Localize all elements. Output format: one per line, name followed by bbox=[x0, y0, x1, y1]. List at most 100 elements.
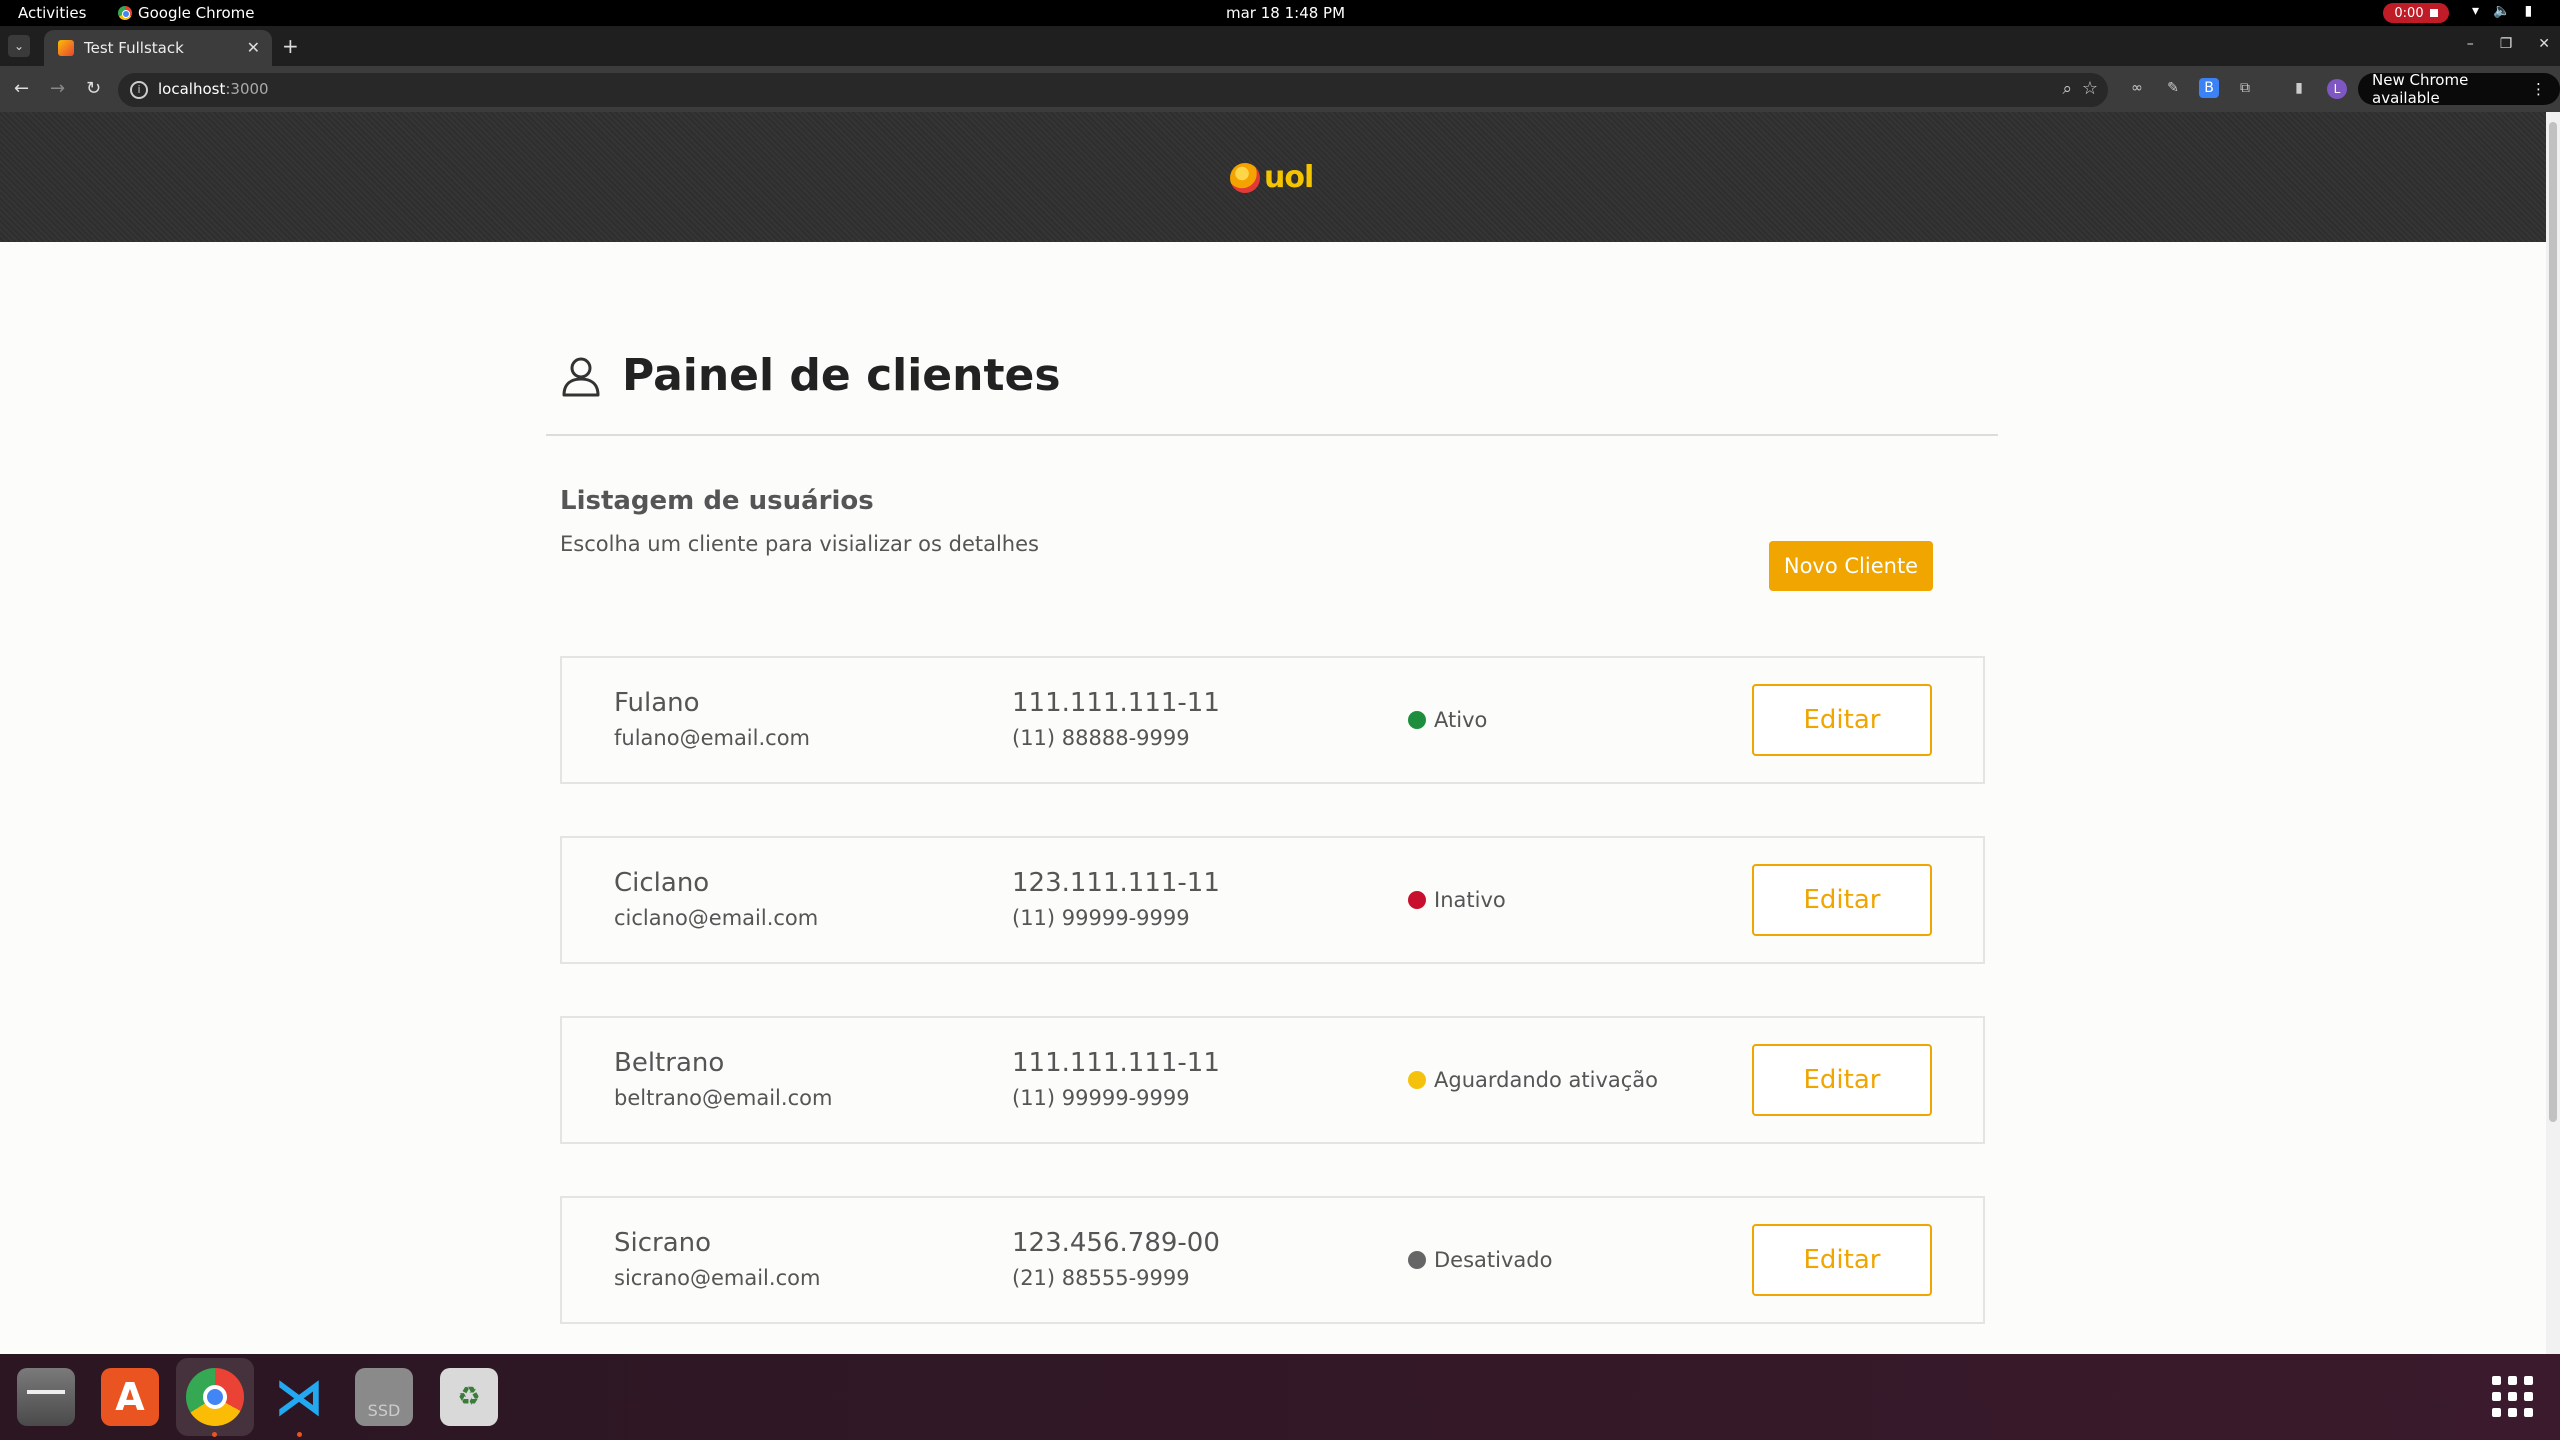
volume-icon: 🔈 bbox=[2493, 3, 2511, 19]
browser-tab[interactable]: Test Fullstack ✕ bbox=[44, 30, 272, 66]
status-label: Ativo bbox=[1434, 708, 1488, 732]
system-clock[interactable]: mar 18 1:48 PM bbox=[1226, 4, 1345, 22]
forward-icon[interactable]: → bbox=[50, 78, 65, 99]
maximize-icon[interactable]: ❐ bbox=[2500, 36, 2513, 52]
app-center-icon[interactable]: A bbox=[101, 1368, 159, 1426]
status-dot-icon bbox=[1408, 1071, 1426, 1089]
client-phone: (11) 99999-9999 bbox=[1012, 1086, 1190, 1110]
scrollbar-thumb[interactable] bbox=[2549, 122, 2557, 1122]
user-icon bbox=[562, 357, 600, 396]
edit-client-button[interactable]: Editar bbox=[1752, 1044, 1932, 1116]
more-menu-icon: ⋮ bbox=[2531, 80, 2546, 98]
wifi-icon: ▾ bbox=[2472, 3, 2480, 19]
minimize-icon[interactable]: – bbox=[2467, 36, 2474, 52]
close-window-icon[interactable]: ✕ bbox=[2538, 36, 2550, 52]
uol-logo[interactable]: uol bbox=[1230, 160, 1314, 195]
recording-time: 0:00 bbox=[2394, 5, 2424, 21]
client-cpf: 123.111.111-11 bbox=[1012, 868, 1220, 898]
client-name: Fulano bbox=[614, 688, 700, 718]
window-controls: – ❐ ✕ bbox=[2467, 36, 2550, 52]
browser-tab-strip: ⌄ Test Fullstack ✕ + – ❐ ✕ bbox=[0, 26, 2560, 66]
client-status: Desativado bbox=[1408, 1248, 1552, 1272]
client-phone: (11) 99999-9999 bbox=[1012, 906, 1190, 930]
tab-favicon-icon bbox=[58, 40, 74, 56]
extension-pen-icon[interactable]: ✎ bbox=[2163, 78, 2183, 98]
zoom-icon[interactable]: ⌕ bbox=[2062, 79, 2072, 99]
activities-button[interactable]: Activities bbox=[18, 4, 86, 22]
logo-text: uol bbox=[1264, 160, 1314, 195]
app-menu-label: Google Chrome bbox=[138, 4, 255, 22]
chrome-app-icon[interactable] bbox=[186, 1368, 244, 1426]
client-email: ciclano@email.com bbox=[614, 906, 819, 930]
system-top-bar: Activities Google Chrome mar 18 1:48 PM … bbox=[0, 0, 2560, 26]
tab-close-icon[interactable]: ✕ bbox=[247, 38, 260, 57]
url-text[interactable]: localhost:3000 bbox=[158, 80, 269, 98]
screen-recording-indicator[interactable]: 0:00 bbox=[2383, 3, 2449, 23]
client-email: fulano@email.com bbox=[614, 726, 811, 750]
tab-title: Test Fullstack bbox=[84, 39, 184, 57]
edit-client-button[interactable]: Editar bbox=[1752, 1224, 1932, 1296]
client-email: sicrano@email.com bbox=[614, 1266, 821, 1290]
client-card: Ciclano ciclano@email.com 123.111.111-11… bbox=[560, 836, 1985, 964]
edit-client-button[interactable]: Editar bbox=[1752, 864, 1932, 936]
title-divider bbox=[546, 434, 1998, 436]
files-app-icon[interactable] bbox=[17, 1368, 75, 1426]
reload-icon[interactable]: ↻ bbox=[86, 78, 101, 99]
status-dot-icon bbox=[1408, 891, 1426, 909]
client-phone: (21) 88555-9999 bbox=[1012, 1266, 1190, 1290]
edit-client-button[interactable]: Editar bbox=[1752, 684, 1932, 756]
client-name: Beltrano bbox=[614, 1048, 725, 1078]
browser-toolbar: ← → ↻ i localhost:3000 ⌕ ☆ ∞ ✎ B ⧉ ▮ L N… bbox=[0, 66, 2560, 112]
tab-search-button[interactable]: ⌄ bbox=[8, 35, 30, 57]
client-name: Sicrano bbox=[614, 1228, 712, 1258]
logo-sun-icon bbox=[1230, 162, 1260, 193]
client-cpf: 111.111.111-11 bbox=[1012, 688, 1220, 718]
battery-icon: ▮ bbox=[2524, 3, 2533, 19]
status-label: Desativado bbox=[1434, 1248, 1553, 1272]
show-apps-grid-icon[interactable] bbox=[2492, 1376, 2534, 1418]
new-chrome-label: New Chrome available bbox=[2372, 71, 2469, 107]
client-card: Fulano fulano@email.com 111.111.111-11 (… bbox=[560, 656, 1985, 784]
chrome-icon bbox=[118, 6, 132, 20]
new-client-button[interactable]: Novo Cliente bbox=[1769, 541, 1933, 591]
page-scrollbar[interactable] bbox=[2546, 112, 2560, 1354]
client-email: beltrano@email.com bbox=[614, 1086, 833, 1110]
stop-icon bbox=[2429, 9, 2438, 17]
client-status: Inativo bbox=[1408, 888, 1506, 912]
side-panel-icon[interactable]: ▮ bbox=[2289, 78, 2309, 98]
running-indicator bbox=[212, 1432, 217, 1437]
vscode-app-icon[interactable]: ⋊ bbox=[270, 1368, 328, 1426]
new-chrome-available-button[interactable]: New Chrome available ⋮ bbox=[2358, 71, 2560, 107]
url-port: :3000 bbox=[225, 80, 269, 98]
extensions-puzzle-icon[interactable]: ⧉ bbox=[2235, 78, 2255, 98]
extension-bitwarden-icon[interactable]: B bbox=[2199, 78, 2219, 98]
status-label: Inativo bbox=[1434, 888, 1506, 912]
client-name: Ciclano bbox=[614, 868, 710, 898]
status-label: Aguardando ativação bbox=[1434, 1068, 1658, 1092]
bookmark-star-icon[interactable]: ☆ bbox=[2082, 78, 2098, 99]
page-title-row: Painel de clientes bbox=[560, 350, 1061, 401]
list-title: Listagem de usuários bbox=[560, 486, 874, 516]
back-icon[interactable]: ← bbox=[14, 78, 29, 99]
status-dot-icon bbox=[1408, 1251, 1426, 1269]
client-cpf: 111.111.111-11 bbox=[1012, 1048, 1220, 1078]
app-menu[interactable]: Google Chrome bbox=[118, 4, 255, 22]
client-card: Beltrano beltrano@email.com 111.111.111-… bbox=[560, 1016, 1985, 1144]
running-indicator bbox=[297, 1432, 302, 1437]
address-bar[interactable]: i localhost:3000 ⌕ ☆ bbox=[118, 73, 2108, 107]
client-cpf: 123.456.789-00 bbox=[1012, 1228, 1220, 1258]
list-subtitle: Escolha um cliente para visializar os de… bbox=[560, 532, 1039, 556]
site-info-icon[interactable]: i bbox=[130, 81, 148, 99]
ubuntu-dock: A ⋊ SSD ♻ bbox=[0, 1354, 2560, 1440]
extension-glasses-icon[interactable]: ∞ bbox=[2127, 78, 2147, 98]
ssd-drive-icon[interactable]: SSD bbox=[355, 1368, 413, 1426]
url-host: localhost bbox=[158, 80, 226, 98]
status-dot-icon bbox=[1408, 711, 1426, 729]
client-status: Ativo bbox=[1408, 708, 1487, 732]
system-tray[interactable]: ▾ 🔈 ▮ bbox=[2472, 3, 2532, 19]
client-phone: (11) 88888-9999 bbox=[1012, 726, 1190, 750]
trash-icon[interactable]: ♻ bbox=[440, 1368, 498, 1426]
new-tab-button[interactable]: + bbox=[282, 34, 299, 58]
site-header: uol bbox=[0, 112, 2546, 242]
profile-avatar[interactable]: L bbox=[2327, 79, 2347, 99]
